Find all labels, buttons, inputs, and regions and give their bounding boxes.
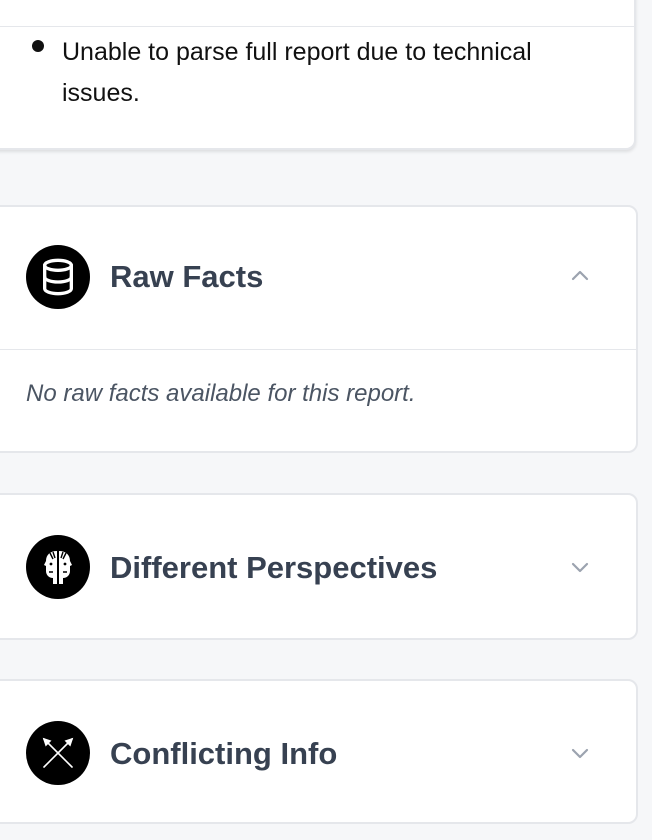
different-perspectives-header[interactable]: Different Perspectives bbox=[0, 495, 636, 638]
chevron-down-icon[interactable] bbox=[568, 741, 592, 765]
chevron-down-icon[interactable] bbox=[568, 555, 592, 579]
database-icon bbox=[26, 245, 90, 309]
summary-bullet-text: Unable to parse full report due to techn… bbox=[62, 38, 532, 107]
report-detail-page: Unable to parse full report due to techn… bbox=[0, 0, 652, 840]
conflicting-info-header[interactable]: Conflicting Info bbox=[0, 681, 636, 822]
bullet-icon bbox=[32, 40, 44, 52]
conflicting-info-title: Conflicting Info bbox=[110, 736, 338, 771]
raw-facts-empty-message: No raw facts available for this report. bbox=[26, 380, 416, 407]
different-perspectives-section: Different Perspectives bbox=[0, 493, 638, 640]
raw-facts-title: Raw Facts bbox=[110, 259, 264, 294]
summary-divider bbox=[0, 26, 634, 27]
raw-facts-section: Raw Facts No raw facts available for thi… bbox=[0, 205, 638, 453]
different-perspectives-title: Different Perspectives bbox=[110, 550, 438, 585]
summary-card: Unable to parse full report due to techn… bbox=[0, 0, 636, 150]
raw-facts-header[interactable]: Raw Facts bbox=[0, 207, 636, 349]
chevron-up-icon[interactable] bbox=[568, 263, 592, 287]
two-faces-icon bbox=[26, 535, 90, 599]
raw-facts-body: No raw facts available for this report. bbox=[0, 349, 636, 450]
crossed-spears-icon bbox=[26, 721, 90, 785]
conflicting-info-section: Conflicting Info bbox=[0, 679, 638, 824]
